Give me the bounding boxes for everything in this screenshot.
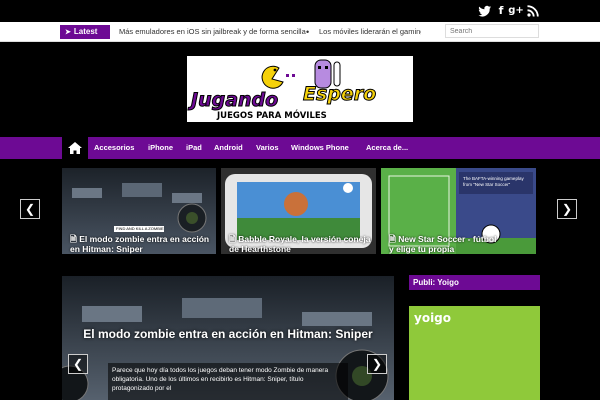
slide-banner-text: The BAFTA-winning gameplay: [463, 176, 524, 181]
logo-word-left: Jugando: [187, 89, 278, 111]
slider-card[interactable]: 🗎 Babble Royale, la versión coneja de He…: [221, 168, 376, 254]
ticker-separator: •: [306, 27, 310, 37]
nav-item-acerca[interactable]: Acerca de...: [366, 137, 408, 159]
ticker-item[interactable]: Los móviles liderarán el gaming de: [319, 25, 421, 39]
slider-prev-button[interactable]: ❮: [20, 199, 40, 219]
facebook-icon[interactable]: f: [494, 4, 508, 18]
document-icon: 🗎: [229, 234, 236, 244]
chevron-right-icon: ❯: [561, 202, 573, 216]
chevron-right-icon: ❯: [371, 357, 383, 371]
chevron-left-icon: ❮: [24, 202, 36, 216]
home-button[interactable]: [62, 137, 88, 159]
logo-word-right: Espero: [303, 83, 376, 105]
slider-card[interactable]: The BAFTA-winning gameplay from "New Sta…: [381, 168, 536, 254]
featured-excerpt: Parece que hoy día todos los juegos deba…: [112, 367, 329, 392]
home-icon: [68, 142, 82, 154]
slide-overlay-text: FIND AND KILL A ZOMBIE: [116, 226, 164, 231]
slide-caption-text: New Star Soccer - fútbol y elige tu prop…: [389, 234, 497, 254]
document-icon: 🗎: [389, 234, 396, 244]
slide-caption-text: Babble Royale, la versión coneja de Hear…: [229, 234, 371, 254]
sidebar-widget-title: Publi: Yoigo: [413, 278, 459, 287]
document-icon: 🗎: [70, 234, 77, 244]
featured-next-button[interactable]: ❯: [367, 354, 387, 374]
latest-badge-label: Latest: [73, 27, 98, 36]
site-logo[interactable]: Jugando Espero JUEGOS PARA MÓVILES: [187, 56, 413, 122]
rss-icon[interactable]: [526, 4, 540, 18]
nav-item-varios[interactable]: Varios: [256, 137, 279, 159]
featured-prev-button[interactable]: ❮: [68, 354, 88, 374]
latest-badge: ➤ Latest: [60, 25, 110, 39]
nav-item-iphone[interactable]: iPhone: [148, 137, 173, 159]
slide-banner-text: from "New Star Soccer": [463, 182, 511, 187]
slide-caption: 🗎 New Star Soccer - fútbol y elige tu pr…: [389, 234, 499, 254]
slide-caption: 🗎 El modo zombie entra en acción en Hitm…: [70, 234, 210, 254]
slider-card[interactable]: FIND AND KILL A ZOMBIE 🗎 El modo zombie …: [62, 168, 216, 254]
nav-item-windows-phone[interactable]: Windows Phone: [291, 137, 349, 159]
search-input[interactable]: [445, 24, 539, 38]
nav-item-accesorios[interactable]: Accesorios: [94, 137, 134, 159]
yoigo-logo: yoigo: [414, 311, 452, 325]
chevron-left-icon: ❮: [72, 357, 84, 371]
nav-item-android[interactable]: Android: [214, 137, 243, 159]
ticker-item[interactable]: Más emuladores en iOS sin jailbreak y de…: [119, 25, 306, 39]
paper-plane-icon: ➤: [65, 29, 71, 36]
nav-item-ipad[interactable]: iPad: [186, 137, 202, 159]
google-plus-icon[interactable]: g+: [508, 4, 524, 18]
featured-title[interactable]: El modo zombie entra en acción en Hitman…: [70, 326, 386, 342]
twitter-icon[interactable]: [478, 4, 492, 18]
slide-caption: 🗎 Babble Royale, la versión coneja de He…: [229, 234, 374, 254]
slider-next-button[interactable]: ❯: [557, 199, 577, 219]
slide-caption-text: El modo zombie entra en acción en Hitman…: [70, 234, 210, 254]
logo-tagline: JUEGOS PARA MÓVILES: [216, 109, 327, 121]
